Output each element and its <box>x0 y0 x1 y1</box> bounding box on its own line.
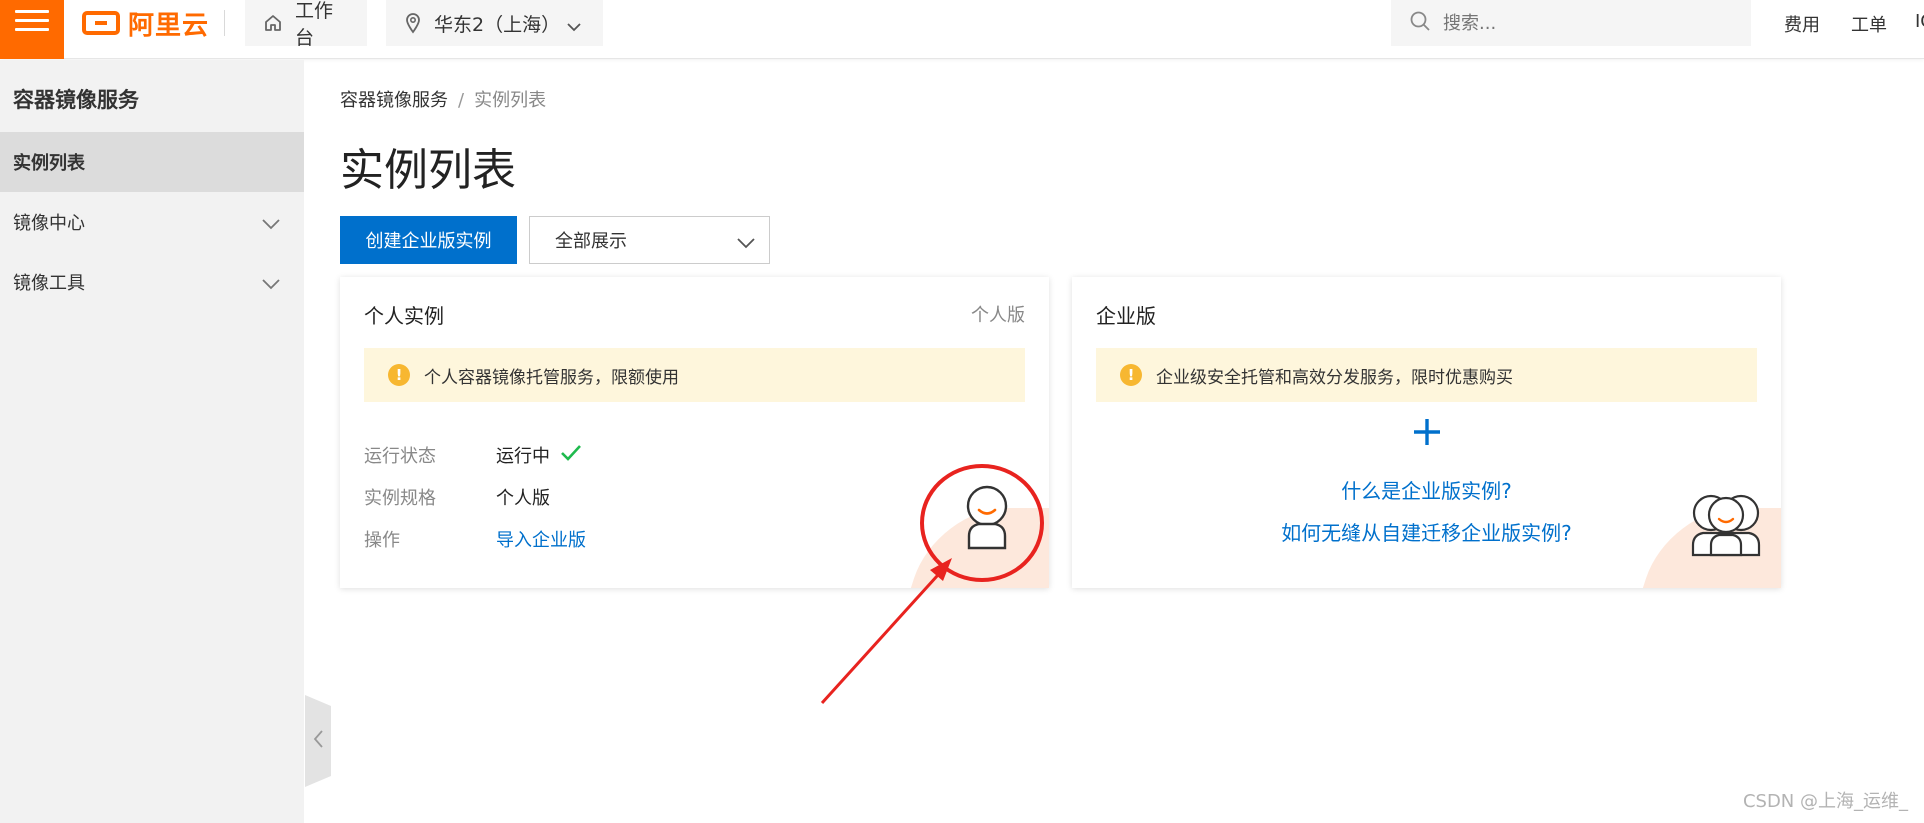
chevron-down-icon <box>262 214 280 235</box>
region-label: 华东2（上海） <box>434 13 561 36</box>
breadcrumb: 容器镜像服务 / 实例列表 <box>340 86 546 112</box>
chevron-down-icon <box>262 274 280 295</box>
workbench-label: 工作台 <box>295 0 334 49</box>
warning-icon: ! <box>1120 364 1142 386</box>
search-input[interactable] <box>1443 12 1723 34</box>
users-icon <box>1687 491 1765 561</box>
chevron-down-icon <box>567 15 581 37</box>
menu-button[interactable] <box>0 0 64 59</box>
search-box[interactable] <box>1391 0 1751 46</box>
home-icon <box>263 13 283 33</box>
icp-link[interactable]: IC <box>1915 11 1924 32</box>
info-key: 实例规格 <box>364 488 436 509</box>
logo-text: 阿里云 <box>128 10 210 41</box>
card-title: 个人实例 <box>364 304 444 328</box>
sidebar: 容器镜像服务 实例列表 镜像中心 镜像工具 <box>0 60 304 823</box>
sidebar-item-image-center[interactable]: 镜像中心 <box>0 192 304 252</box>
what-is-enterprise-link[interactable]: 什么是企业版实例? <box>1072 475 1781 504</box>
info-row-status: 运行状态 运行中 <box>364 442 582 468</box>
notice-text: 企业级安全托管和高效分发服务，限时优惠购买 <box>1156 367 1513 388</box>
breadcrumb-separator: / <box>458 90 465 111</box>
notice-banner: ! 企业级安全托管和高效分发服务，限时优惠购买 <box>1096 348 1757 402</box>
sidebar-item-image-tools[interactable]: 镜像工具 <box>0 252 304 312</box>
logo-mark-icon <box>82 11 120 35</box>
sidebar-item-label: 实例列表 <box>13 153 85 174</box>
info-row-spec: 实例规格 个人版 <box>364 484 550 510</box>
billing-link[interactable]: 费用 <box>1784 11 1820 37</box>
sidebar-item-instance-list[interactable]: 实例列表 <box>0 132 304 192</box>
top-bar: 阿里云 工作台 华东2（上海） 费用 工单 IC <box>0 0 1924 59</box>
plus-icon[interactable] <box>1072 417 1781 451</box>
check-icon <box>560 444 582 467</box>
status-text: 运行中 <box>496 446 550 467</box>
info-value-status: 运行中 <box>496 442 582 468</box>
notice-text: 个人容器镜像托管服务，限额使用 <box>424 367 679 388</box>
info-value-spec: 个人版 <box>496 488 550 509</box>
page-title: 实例列表 <box>340 145 516 196</box>
chevron-down-icon <box>737 233 755 254</box>
sidebar-item-label: 镜像中心 <box>13 213 85 234</box>
filter-select-value: 全部展示 <box>555 231 627 252</box>
import-enterprise-link[interactable]: 导入企业版 <box>496 526 586 552</box>
create-enterprise-instance-button[interactable]: 创建企业版实例 <box>340 216 517 264</box>
watermark: CSDN @上海_运维_ <box>1742 791 1908 812</box>
ticket-link[interactable]: 工单 <box>1851 11 1887 37</box>
menu-icon <box>15 10 49 13</box>
location-icon <box>404 12 422 34</box>
card-tag: 个人版 <box>971 305 1025 326</box>
chevron-left-icon <box>312 729 324 753</box>
enterprise-card[interactable]: 企业版 ! 企业级安全托管和高效分发服务，限时优惠购买 什么是企业版实例? 如何… <box>1072 277 1781 588</box>
annotation-arrow <box>820 558 952 705</box>
breadcrumb-current: 实例列表 <box>474 90 547 111</box>
workbench-button[interactable]: 工作台 <box>245 0 367 49</box>
info-key: 运行状态 <box>364 446 436 467</box>
region-selector[interactable]: 华东2（上海） <box>386 0 603 46</box>
search-icon <box>1409 10 1431 36</box>
info-key: 操作 <box>364 530 400 551</box>
sidebar-title: 容器镜像服务 <box>13 88 139 112</box>
breadcrumb-parent[interactable]: 容器镜像服务 <box>340 90 448 111</box>
info-row-action: 操作 导入企业版 <box>364 526 586 552</box>
filter-select[interactable]: 全部展示 <box>529 216 770 264</box>
card-title: 企业版 <box>1096 304 1156 328</box>
sidebar-item-label: 镜像工具 <box>13 273 85 294</box>
divider <box>224 10 225 36</box>
sidebar-collapse-button[interactable] <box>305 695 331 787</box>
notice-banner: ! 个人容器镜像托管服务，限额使用 <box>364 348 1025 402</box>
warning-icon: ! <box>388 364 410 386</box>
aliyun-logo[interactable]: 阿里云 <box>82 8 209 41</box>
